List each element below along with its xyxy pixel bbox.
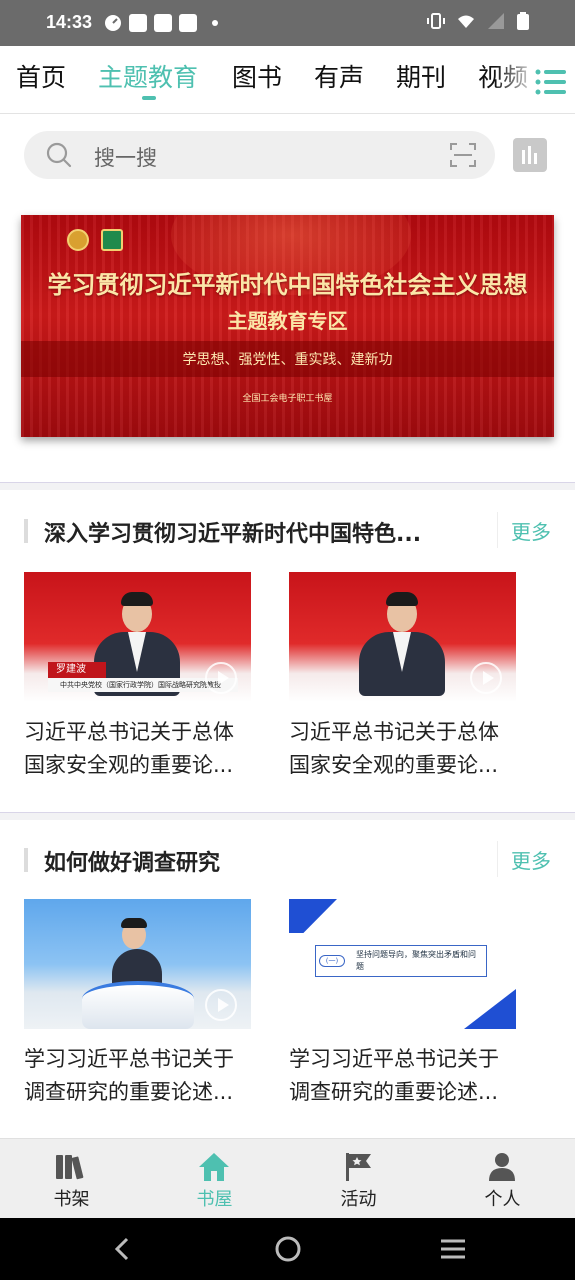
system-navigation-bar [0,1218,575,1280]
video-thumbnail: 罗建波 中共中央党校（国家行政学院）国际战略研究院教授 [24,572,251,702]
search-placeholder: 搜一搜 [94,146,157,170]
section-title: 深入学习贯彻习近平新时代中国特色... [44,522,422,547]
bottom-tab-profile[interactable]: 个人 [431,1139,574,1219]
section-title: 如何做好调查研究 [44,851,221,876]
video-caption-line2: 国家安全观的重要论... [289,753,499,777]
category-tabs: 首页 主题教育 图书 有声 期刊 视频 [0,46,575,114]
bottom-tab-label: 活动 [340,1189,377,1210]
banner-subtitle: 主题教育专区 [227,309,348,333]
category-menu-icon[interactable] [535,68,569,96]
home-button-icon[interactable] [273,1234,303,1264]
active-tab-indicator [142,96,156,100]
speedometer-icon [105,15,121,31]
slide-tag: (一) [319,955,345,967]
more-notifications-icon [212,20,218,26]
search-icon [46,142,72,168]
bar-chart-icon [522,146,537,164]
back-icon[interactable] [108,1234,138,1264]
play-icon[interactable] [470,662,502,694]
bottom-tab-bookhouse[interactable]: 书屋 [143,1139,286,1219]
video-caption-line1: 习近平总书记关于总体 [24,720,234,744]
banner-organization: 全国工会电子职工书屋 [242,394,333,404]
vibrate-icon [427,13,445,29]
bottom-tab-label: 书架 [53,1189,90,1210]
wifi-icon [458,15,474,28]
banner-slogan: 学思想、强党性、重实践、建新功 [182,352,393,368]
status-time: 14:33 [46,12,93,32]
video-caption-line1: 习近平总书记关于总体 [289,720,499,744]
play-icon[interactable] [205,662,237,694]
video-caption-line1: 学习习近平总书记关于 [24,1047,234,1071]
union-emblem-icon [67,229,89,251]
bag-notification-icon [179,14,197,32]
play-icon[interactable] [205,989,237,1021]
bottom-tab-label: 个人 [484,1189,521,1210]
bookhouse-logo-icon [101,229,123,251]
video-caption-line1: 学习习近平总书记关于 [289,1047,499,1071]
video-thumbnail [24,899,251,1029]
bottom-tab-bookshelf[interactable]: 书架 [0,1139,143,1219]
bottom-tab-activity[interactable]: 活动 [287,1139,430,1219]
bottom-tab-label: 书屋 [196,1189,233,1210]
promo-banner[interactable]: 学习贯彻习近平新时代中国特色社会主义思想 主题教育专区 学思想、强党性、重实践、… [21,215,554,437]
recents-icon[interactable] [438,1234,468,1264]
tab-books[interactable]: 图书 [232,58,282,94]
tab-audio[interactable]: 有声 [314,58,364,94]
section-divider [0,812,575,820]
search-row: 搜一搜 [0,115,575,195]
bottom-tab-bar: 书架 书屋 活动 个人 [0,1138,575,1218]
news-desk [82,981,194,1029]
tab-home[interactable]: 首页 [16,58,66,94]
video-caption-line2: 调查研究的重要论述... [289,1080,499,1104]
scan-icon[interactable] [449,141,477,169]
signal-icon [488,13,504,29]
bag-notification-icon [129,14,147,32]
video-thumbnail [289,572,516,702]
banner-title: 学习贯彻习近平新时代中国特色社会主义思想 [47,271,528,299]
more-button[interactable]: 更多 [497,512,557,548]
tab-theme-education[interactable]: 主题教育 [98,58,198,94]
bookshelf-icon [56,1155,84,1180]
video-thumbnail: 坚持问题导向，聚焦突出矛盾和问题 (一) [289,899,516,1029]
battery-icon [517,12,529,30]
bag-notification-icon [154,14,172,32]
flag-icon [346,1153,371,1181]
section-divider [0,482,575,490]
search-input[interactable]: 搜一搜 [24,131,495,179]
home-icon [199,1153,229,1181]
tab-journals[interactable]: 期刊 [396,58,446,94]
video-caption-line2: 国家安全观的重要论... [24,753,234,777]
speaker-nameplate: 罗建波 [48,662,106,678]
ranking-button[interactable] [513,138,547,172]
status-bar: 14:33 [0,0,575,46]
person-icon [489,1153,515,1181]
more-button[interactable]: 更多 [497,841,557,877]
video-caption-line2: 调查研究的重要论述... [24,1080,234,1104]
